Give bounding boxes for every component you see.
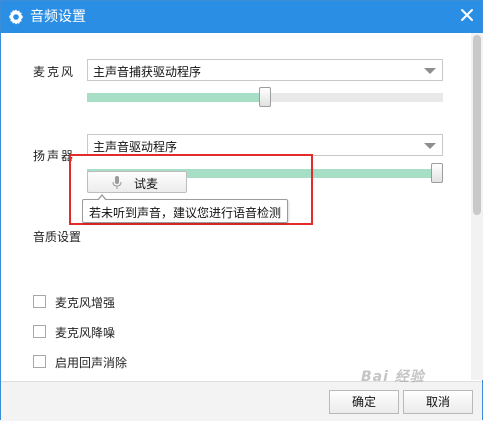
speaker-device-value: 主声音驱动程序 [93, 140, 178, 154]
chevron-down-icon [424, 68, 436, 74]
voice-check-tooltip: 若未听到声音，建议您进行语音检测 [82, 194, 288, 223]
audio-settings-dialog: 音频设置 麦克风 主声音捕获驱动程序 扬声器 主声音驱动程序 试麦 若未听到声音… [0, 0, 483, 421]
tooltip-text: 若未听到声音，建议您进行语音检测 [89, 206, 282, 220]
mic-boost-label: 麦克风增强 [55, 296, 116, 310]
noise-reduction-checkbox[interactable] [33, 325, 46, 338]
noise-reduction-label: 麦克风降噪 [55, 326, 116, 340]
title-bar[interactable]: 音频设置 [1, 1, 482, 33]
mic-boost-checkbox[interactable] [33, 295, 46, 308]
scrollbar-thumb[interactable] [473, 35, 481, 215]
dialog-footer: 确定 取消 [1, 381, 482, 421]
microphone-label: 麦克风 [33, 65, 76, 79]
close-icon[interactable] [460, 8, 474, 22]
microphone-volume-fill [87, 93, 265, 102]
gear-icon [9, 9, 23, 25]
vertical-scrollbar[interactable] [471, 33, 483, 380]
microphone-volume-slider[interactable] [87, 87, 443, 107]
watermark: Bai 经验 [361, 369, 425, 385]
ok-button[interactable]: 确定 [329, 390, 399, 414]
microphone-volume-thumb[interactable] [259, 87, 271, 107]
cancel-button[interactable]: 取消 [403, 390, 473, 414]
echo-cancellation-checkbox[interactable] [33, 355, 46, 368]
microphone-device-value: 主声音捕获驱动程序 [93, 65, 202, 79]
test-mic-button[interactable]: 试麦 [87, 171, 187, 193]
microphone-device-select[interactable]: 主声音捕获驱动程序 [87, 59, 443, 81]
dialog-title: 音频设置 [30, 9, 86, 25]
speaker-volume-thumb[interactable] [431, 163, 443, 183]
test-mic-label: 试麦 [134, 177, 159, 191]
microphone-icon [112, 176, 122, 189]
chevron-down-icon [424, 143, 436, 149]
quality-section-title: 音质设置 [33, 230, 82, 244]
echo-cancellation-label: 启用回声消除 [55, 356, 128, 370]
speaker-device-select[interactable]: 主声音驱动程序 [87, 134, 443, 156]
